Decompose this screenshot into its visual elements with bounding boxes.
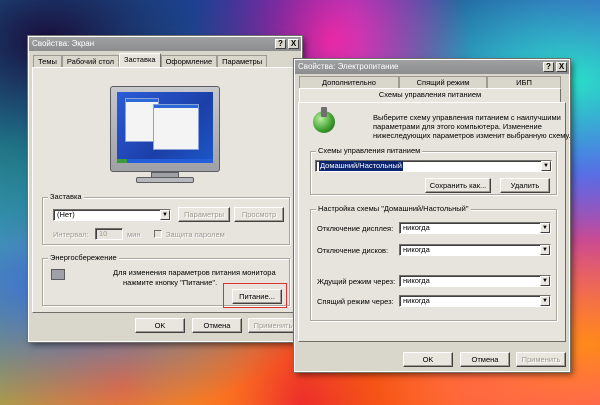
energy-text-2: нажмите кнопку "Питание". [123, 278, 218, 287]
chevron-down-icon[interactable]: ▼ [540, 223, 550, 233]
screensaver-group: Заставка (Нет) ▼ Параметры Просмотр Инте… [42, 192, 290, 245]
help-icon[interactable]: ? [275, 39, 286, 49]
tab-screensaver[interactable]: Заставка [118, 53, 161, 67]
screensaver-settings-button[interactable]: Параметры [178, 207, 230, 222]
interval-unit: мин [127, 230, 141, 239]
standby-value: никогда [403, 276, 430, 285]
screensaver-select[interactable]: (Нет) ▼ [53, 209, 171, 221]
monitor-screen [117, 92, 213, 163]
tab-themes[interactable]: Темы [33, 55, 62, 67]
power-description-2: параметрами для этого компьютера. Измене… [373, 122, 542, 131]
chevron-down-icon[interactable]: ▼ [160, 210, 170, 220]
power-scheme-value: Домашний/Настольный [319, 161, 403, 171]
standby-label: Ждущий режим через: [317, 277, 396, 286]
power-apply-button[interactable]: Применить [516, 352, 566, 367]
screensaver-panel: Заставка (Нет) ▼ Параметры Просмотр Инте… [32, 67, 298, 313]
power-dialog-titlebar[interactable]: Свойства: Электропитание ? X [295, 60, 569, 74]
disks-off-select[interactable]: никогда ▼ [399, 244, 551, 256]
display-tabs: Темы Рабочий стол Заставка Оформление Па… [33, 53, 268, 67]
power-description-1: Выберите схему управления питанием с наи… [373, 113, 561, 122]
screensaver-group-title: Заставка [48, 192, 84, 201]
chevron-down-icon[interactable]: ▼ [540, 296, 550, 306]
power-tabs-front: Схемы управления питанием [299, 88, 561, 102]
preview-start-icon [117, 159, 127, 163]
display-apply-button[interactable]: Применить [248, 318, 298, 333]
power-schemes-group: Схемы управления питанием Домашний/Насто… [310, 146, 557, 195]
preview-taskbar [117, 159, 213, 163]
monitor-energy-icon [51, 269, 65, 280]
display-dialog-titlebar[interactable]: Свойства: Экран ? X [29, 37, 301, 51]
power-schemes-panel: Выберите схему управления питанием с наи… [298, 102, 571, 342]
disks-off-value: никогда [403, 245, 430, 254]
display-properties-dialog: Свойства: Экран ? X Темы Рабочий стол За… [27, 35, 303, 343]
display-cancel-button[interactable]: Отмена [192, 318, 242, 333]
power-button-highlight [223, 283, 287, 308]
energy-group-title: Энергосбережение [48, 253, 119, 262]
password-label: Защита паролем [166, 230, 225, 239]
password-checkbox[interactable] [154, 230, 162, 238]
power-dialog-title: Свойства: Электропитание [298, 62, 399, 71]
power-plug-icon [321, 107, 327, 117]
help-icon[interactable]: ? [543, 62, 554, 72]
power-schemes-group-title: Схемы управления питанием [316, 146, 423, 155]
display-off-label: Отключение дисплея: [317, 224, 394, 233]
display-off-value: никогда [403, 223, 430, 232]
monitor-preview [110, 86, 220, 172]
chevron-down-icon[interactable]: ▼ [540, 276, 550, 286]
power-description-3: нижеследующих параметров изменит выбранн… [373, 131, 571, 140]
save-as-button[interactable]: Сохранить как... [425, 178, 491, 193]
screensaver-value: (Нет) [57, 210, 75, 219]
tab-ups[interactable]: ИБП [487, 76, 561, 88]
standby-select[interactable]: никогда ▼ [399, 275, 551, 287]
hibernate-label: Спящий режим через: [317, 297, 394, 306]
display-off-select[interactable]: никогда ▼ [399, 222, 551, 234]
power-options-dialog: Свойства: Электропитание ? X Дополнитель… [293, 58, 571, 373]
energy-text-1: Для изменения параметров питания монитор… [113, 268, 276, 277]
hibernate-select[interactable]: никогда ▼ [399, 295, 551, 307]
interval-value: 10 [99, 229, 108, 238]
scheme-settings-group: Настройка схемы "Домашний/Настольный" От… [310, 204, 557, 321]
delete-button[interactable]: Удалить [500, 178, 550, 193]
interval-spinner[interactable]: 10 [95, 228, 123, 240]
screensaver-preview-button[interactable]: Просмотр [234, 207, 284, 222]
scheme-settings-group-title: Настройка схемы "Домашний/Настольный" [316, 204, 471, 213]
chevron-down-icon[interactable]: ▼ [541, 161, 551, 171]
tab-appearance[interactable]: Оформление [160, 55, 218, 67]
display-ok-button[interactable]: OK [135, 318, 185, 333]
power-tabs-back: Дополнительно Спящий режим ИБП [299, 76, 561, 88]
preview-window-icon [153, 104, 199, 150]
tab-settings[interactable]: Параметры [217, 55, 268, 67]
monitor-base [136, 177, 194, 183]
tab-advanced[interactable]: Дополнительно [299, 76, 399, 88]
power-ok-button[interactable]: OK [403, 352, 453, 367]
close-icon[interactable]: X [556, 62, 567, 72]
hibernate-value: никогда [403, 296, 430, 305]
disks-off-label: Отключение дисков: [317, 246, 389, 255]
tab-hibernate[interactable]: Спящий режим [399, 76, 487, 88]
power-cancel-button[interactable]: Отмена [460, 352, 510, 367]
close-icon[interactable]: X [288, 39, 299, 49]
tab-power-schemes[interactable]: Схемы управления питанием [299, 88, 561, 102]
chevron-down-icon[interactable]: ▼ [540, 245, 550, 255]
interval-label: Интервал: [53, 230, 89, 239]
power-scheme-select[interactable]: Домашний/Настольный ▼ [315, 160, 552, 172]
tab-desktop[interactable]: Рабочий стол [61, 55, 119, 67]
display-dialog-title: Свойства: Экран [32, 39, 95, 48]
